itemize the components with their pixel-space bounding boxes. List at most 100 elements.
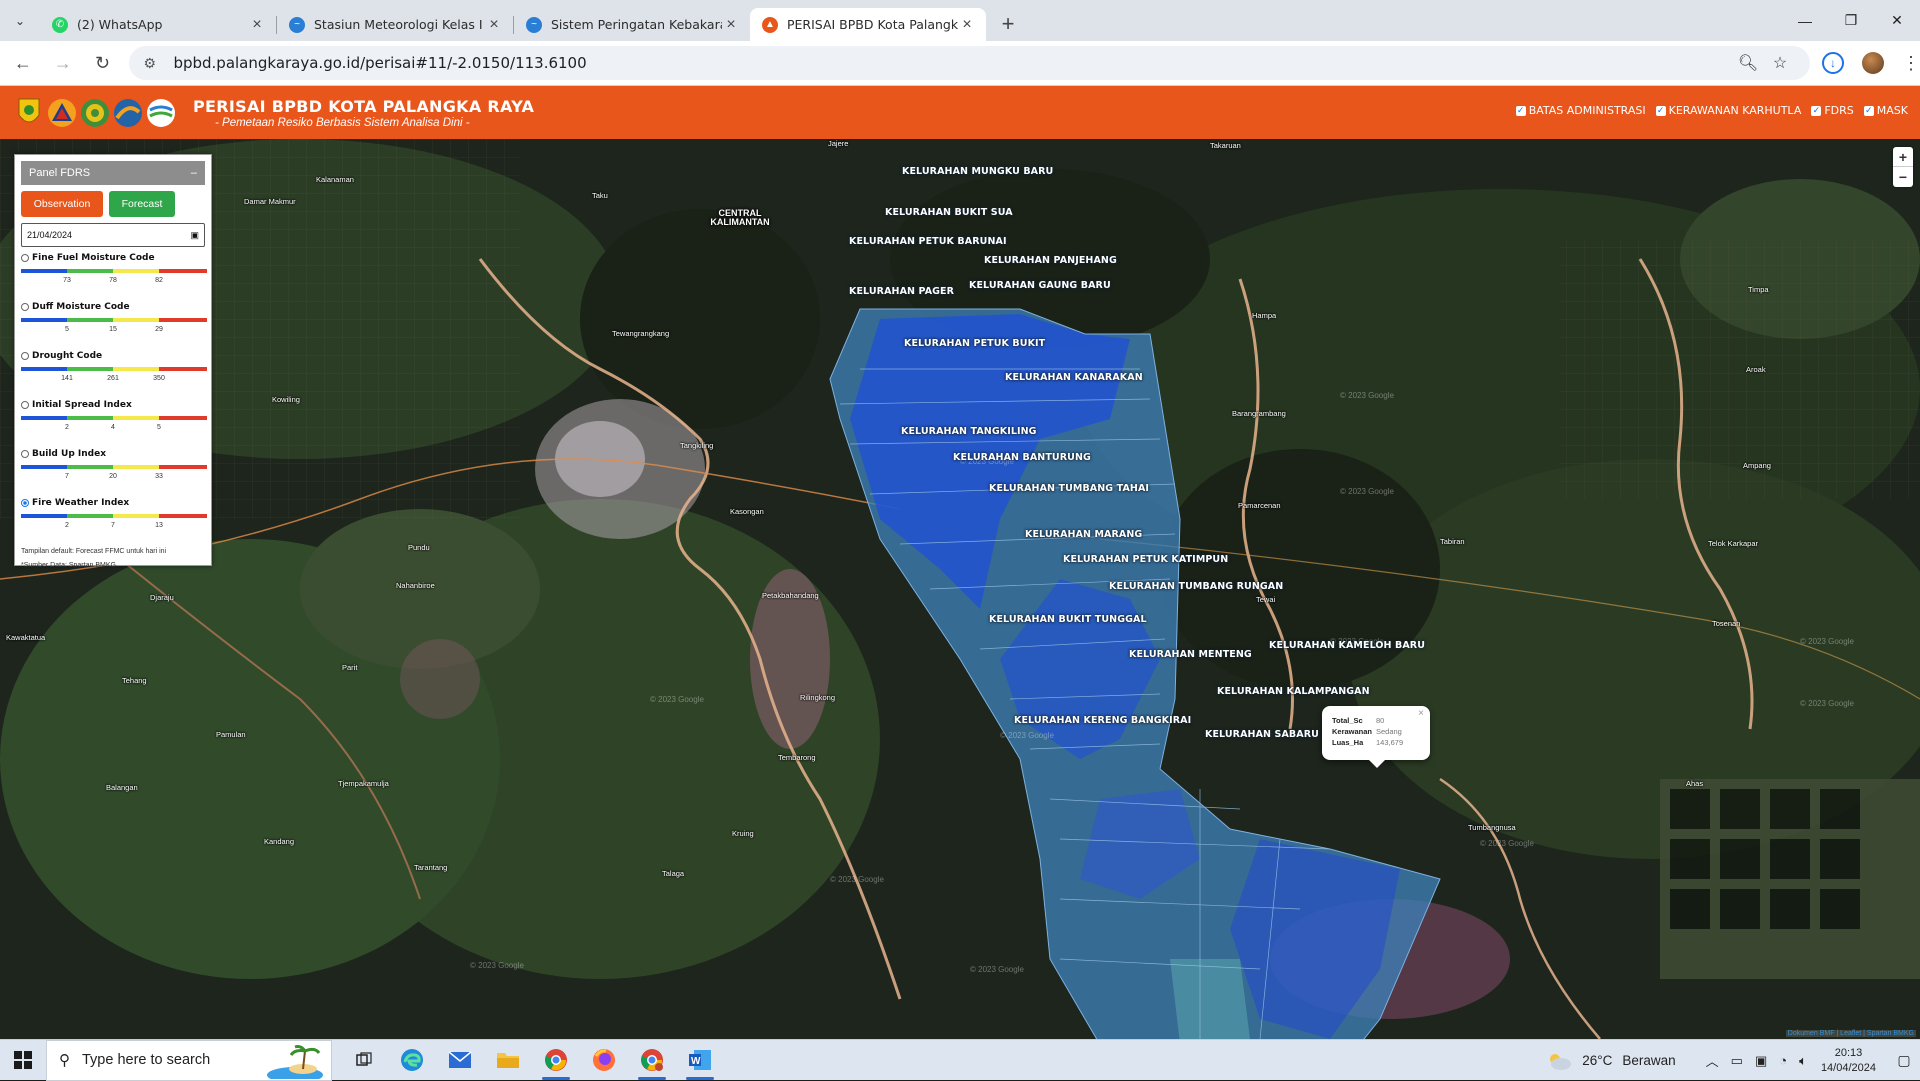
start-button[interactable] <box>0 1040 46 1081</box>
bookmark-star-icon[interactable]: ☆ <box>1764 53 1796 73</box>
kelurahan-label[interactable]: KELURAHAN PETUK KATIMPUN <box>1063 554 1228 565</box>
index-label[interactable]: Fine Fuel Moisture Code <box>21 253 205 263</box>
browser-menu-icon[interactable]: ⋮ <box>1902 53 1920 74</box>
address-bar[interactable]: ⚙ bpbd.palangkaraya.go.id/perisai#11/-2.… <box>129 46 1811 80</box>
chrome-taskbar-button[interactable] <box>532 1040 580 1081</box>
network-icon[interactable]: ◔ <box>1779 1053 1787 1068</box>
kelurahan-label[interactable]: KELURAHAN KERENG BANGKIRAI <box>1014 715 1191 726</box>
fdrs-index-option[interactable]: Duff Moisture Code 5 15 29 <box>21 302 207 345</box>
task-view-button[interactable] <box>340 1040 388 1081</box>
url-text[interactable]: bpbd.palangkaraya.go.id/perisai#11/-2.01… <box>173 54 1732 72</box>
word-taskbar-button[interactable]: W <box>676 1040 724 1081</box>
kelurahan-label[interactable]: KELURAHAN BUKIT TUNGGAL <box>989 614 1147 625</box>
index-label[interactable]: Drought Code <box>21 351 205 361</box>
map-attribution[interactable]: Dokumen BMF | Leaflet | Spartan BMKG <box>1785 1030 1916 1037</box>
layer-toggle-fdrs[interactable]: ✓ FDRS <box>1811 104 1854 117</box>
index-label[interactable]: Build Up Index <box>21 449 205 459</box>
kelurahan-label[interactable]: KELURAHAN TUMBANG TAHAI <box>989 483 1149 494</box>
kelurahan-label[interactable]: KELURAHAN PETUK BARUNAI <box>849 236 1007 247</box>
tab-stasiun-meteorologi[interactable]: ~ Stasiun Meteorologi Kelas I Tjilik × <box>277 8 513 41</box>
kelurahan-label[interactable]: KELURAHAN BUKIT SUA <box>885 207 1013 218</box>
kelurahan-label[interactable]: KELURAHAN GAUNG BARU <box>969 280 1111 291</box>
chrome-profile-taskbar-button[interactable] <box>628 1040 676 1081</box>
download-icon[interactable]: ↓ <box>1822 52 1845 74</box>
panel-collapse-button[interactable]: – <box>191 167 197 179</box>
kelurahan-label[interactable]: KELURAHAN KANARAKAN <box>1005 372 1143 383</box>
restore-button[interactable]: ❐ <box>1828 0 1874 41</box>
layer-toggle-kerawanan-karhutla[interactable]: ✓ KERAWANAN KARHUTLA <box>1655 104 1801 117</box>
index-radio[interactable] <box>21 499 29 507</box>
kelurahan-label[interactable]: KELURAHAN MARANG <box>1025 529 1142 540</box>
kelurahan-label[interactable]: KELURAHAN TANGKILING <box>901 426 1037 437</box>
tab-close-icon[interactable]: × <box>248 16 266 34</box>
firefox-taskbar-button[interactable] <box>580 1040 628 1081</box>
new-tab-button[interactable]: + <box>992 8 1024 40</box>
bpbd-icon: ▲ <box>762 16 778 33</box>
minimize-button[interactable]: — <box>1782 0 1828 41</box>
tab-close-icon[interactable]: × <box>485 16 503 34</box>
map-canvas[interactable]: Jajere Takaruan Kalanaman Damar Makmur T… <box>0 139 1920 1039</box>
tab-close-icon[interactable]: × <box>722 16 740 34</box>
site-info-icon[interactable]: ⚙ <box>143 55 161 72</box>
taskbar-search-box[interactable]: ⚲ Type here to search <box>46 1039 332 1081</box>
index-radio[interactable] <box>21 303 29 311</box>
tab-whatsapp[interactable]: ✆ (2) WhatsApp × <box>40 8 276 41</box>
kelurahan-label[interactable]: KELURAHAN SABARU <box>1205 729 1319 740</box>
layer-toggle-mask[interactable]: ✓ MASK <box>1863 104 1908 117</box>
tab-search-icon[interactable]: ⌄ <box>0 0 40 41</box>
index-radio[interactable] <box>21 401 29 409</box>
show-hidden-icons-button[interactable]: ︿ <box>1706 1051 1719 1070</box>
tab-close-icon[interactable]: × <box>958 16 976 34</box>
display-icon[interactable]: ▣ <box>1755 1053 1767 1069</box>
kelurahan-label[interactable]: KELURAHAN PETUK BUKIT <box>904 338 1045 349</box>
forecast-tab-button[interactable]: Forecast <box>109 191 175 217</box>
tab-perisai[interactable]: ▲ PERISAI BPBD Kota Palangka Raya × <box>750 8 986 41</box>
index-label[interactable]: Initial Spread Index <box>21 400 205 410</box>
calendar-icon[interactable]: ▣ <box>190 230 199 241</box>
profile-avatar[interactable] <box>1862 52 1885 74</box>
zoom-in-button[interactable]: + <box>1893 147 1913 167</box>
fdrs-index-option[interactable]: Initial Spread Index 2 4 5 <box>21 400 207 443</box>
popup-value: Sedang <box>1376 727 1402 736</box>
edge-taskbar-button[interactable] <box>388 1040 436 1081</box>
index-radio[interactable] <box>21 450 29 458</box>
notification-center-icon[interactable]: ▢ <box>1888 1052 1920 1069</box>
fdrs-index-option[interactable]: Drought Code 141 261 350 <box>21 351 207 394</box>
kelurahan-label[interactable]: KELURAHAN BANTURUNG <box>953 452 1091 463</box>
layer-toggle-batas-administrasi[interactable]: ✓ BATAS ADMINISTRASI <box>1515 104 1646 117</box>
index-label-text: Initial Spread Index <box>32 400 132 410</box>
fdrs-index-option[interactable]: Build Up Index 7 20 33 <box>21 449 207 492</box>
fdrs-index-option[interactable]: Fire Weather Index 2 7 13 <box>21 498 207 541</box>
meet-now-icon[interactable]: ▭ <box>1731 1053 1743 1069</box>
fdrs-index-option[interactable]: Fine Fuel Moisture Code 73 78 82 <box>21 253 207 296</box>
weather-widget[interactable]: 26°C Berawan <box>1546 1051 1676 1071</box>
index-radio[interactable] <box>21 254 29 262</box>
file-explorer-taskbar-button[interactable] <box>484 1040 532 1081</box>
mail-taskbar-button[interactable] <box>436 1040 484 1081</box>
kelurahan-label[interactable]: KELURAHAN PAGER <box>849 286 954 297</box>
index-label[interactable]: Duff Moisture Code <box>21 302 205 312</box>
kelurahan-label[interactable]: KELURAHAN PANJEHANG <box>984 255 1117 266</box>
back-button[interactable]: ← <box>6 46 40 80</box>
observation-tab-button[interactable]: Observation <box>21 191 103 217</box>
date-input[interactable]: 21/04/2024 ▣ <box>21 223 205 247</box>
kelurahan-label[interactable]: KELURAHAN KALAMPANGAN <box>1217 686 1370 697</box>
popup-close-button[interactable]: × <box>1418 708 1424 719</box>
scale-tick-label: 82 <box>155 277 163 284</box>
place-label: Kruing <box>732 829 754 838</box>
volume-icon[interactable]: 🔈︎ <box>1799 1053 1807 1069</box>
kelurahan-label[interactable]: KELURAHAN TUMBANG RUNGAN <box>1109 581 1283 592</box>
kelurahan-label[interactable]: KELURAHAN KAMELOH BARU <box>1269 640 1425 651</box>
index-radio[interactable] <box>21 352 29 360</box>
forward-button[interactable]: → <box>46 46 80 80</box>
kelurahan-label[interactable]: KELURAHAN MENTENG <box>1129 649 1252 660</box>
zoom-out-button[interactable]: − <box>1893 167 1913 187</box>
kelurahan-label[interactable]: KELURAHAN MUNGKU BARU <box>902 166 1053 177</box>
zoom-icon[interactable]: 🔍︎ <box>1732 53 1764 73</box>
tab-sistem-peringatan[interactable]: ~ Sistem Peringatan Kebakaran Huta × <box>514 8 750 41</box>
edge-icon <box>401 1049 423 1071</box>
reload-button[interactable]: ↻ <box>86 46 120 80</box>
taskbar-clock[interactable]: 20:13 14/04/2024 <box>1821 1046 1876 1076</box>
close-window-button[interactable]: ✕ <box>1874 0 1920 41</box>
index-label[interactable]: Fire Weather Index <box>21 498 205 508</box>
